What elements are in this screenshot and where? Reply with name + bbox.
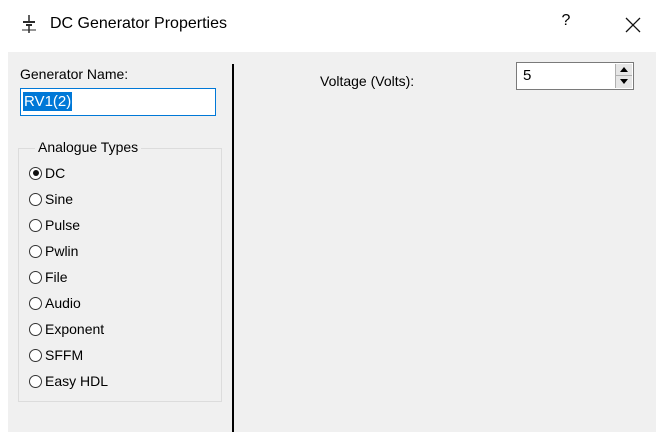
generator-name-input[interactable]: RV1(2) [20,88,216,116]
arrow-up-icon [620,67,628,72]
vertical-divider[interactable] [232,64,234,432]
radio-label: Exponent [45,321,105,337]
voltage-label: Voltage (Volts): [320,73,415,89]
radio-button-icon [29,348,42,362]
help-button[interactable]: ? [556,12,576,36]
radio-label: Audio [45,295,81,311]
spin-up-button[interactable] [616,64,632,76]
radio-label: Pulse [45,217,81,233]
dc-generator-properties-dialog: DC Generator Properties ? Generator Name… [0,0,656,432]
radio-button-icon [29,192,42,206]
close-icon [625,17,641,33]
radio-exponent[interactable]: Exponent [29,317,104,341]
generator-name-value: RV1(2) [23,92,73,111]
voltage-spin-field[interactable]: 5 [516,62,634,90]
radio-label: Pwlin [45,243,79,259]
radio-label: File [45,269,68,285]
dialog-body: Generator Name: RV1(2) Analogue Types DC… [8,52,656,432]
voltage-value: 5 [523,67,532,84]
radio-pulse[interactable]: Pulse [29,213,80,237]
radio-button-icon [29,322,42,336]
analogue-types-group: Analogue Types DC Sine Pulse Pwlin File [18,139,222,402]
radio-button-icon [29,270,42,284]
radio-easy-hdl[interactable]: Easy HDL [29,369,108,393]
radio-pwlin[interactable]: Pwlin [29,239,78,263]
voltage-spinner [615,64,632,88]
radio-file[interactable]: File [29,265,68,289]
spin-down-button[interactable] [616,76,632,88]
radio-dc[interactable]: DC [29,161,65,185]
radio-label: DC [45,165,66,181]
window-title: DC Generator Properties [50,15,227,32]
close-button[interactable] [620,10,646,38]
radio-button-icon [29,218,42,232]
radio-button-icon [29,374,42,388]
dc-generator-icon [20,15,38,33]
arrow-down-icon [620,79,628,84]
generator-name-label: Generator Name: [20,66,129,82]
analogue-types-legend: Analogue Types [35,139,142,155]
radio-sine[interactable]: Sine [29,187,73,211]
radio-button-icon [29,244,42,258]
title-bar: DC Generator Properties ? [0,0,656,52]
radio-button-icon [29,166,42,180]
radio-button-icon [29,296,42,310]
radio-audio[interactable]: Audio [29,291,81,315]
radio-label: SFFM [45,347,84,363]
radio-label: Easy HDL [45,373,109,389]
radio-label: Sine [45,191,74,207]
radio-sffm[interactable]: SFFM [29,343,83,367]
